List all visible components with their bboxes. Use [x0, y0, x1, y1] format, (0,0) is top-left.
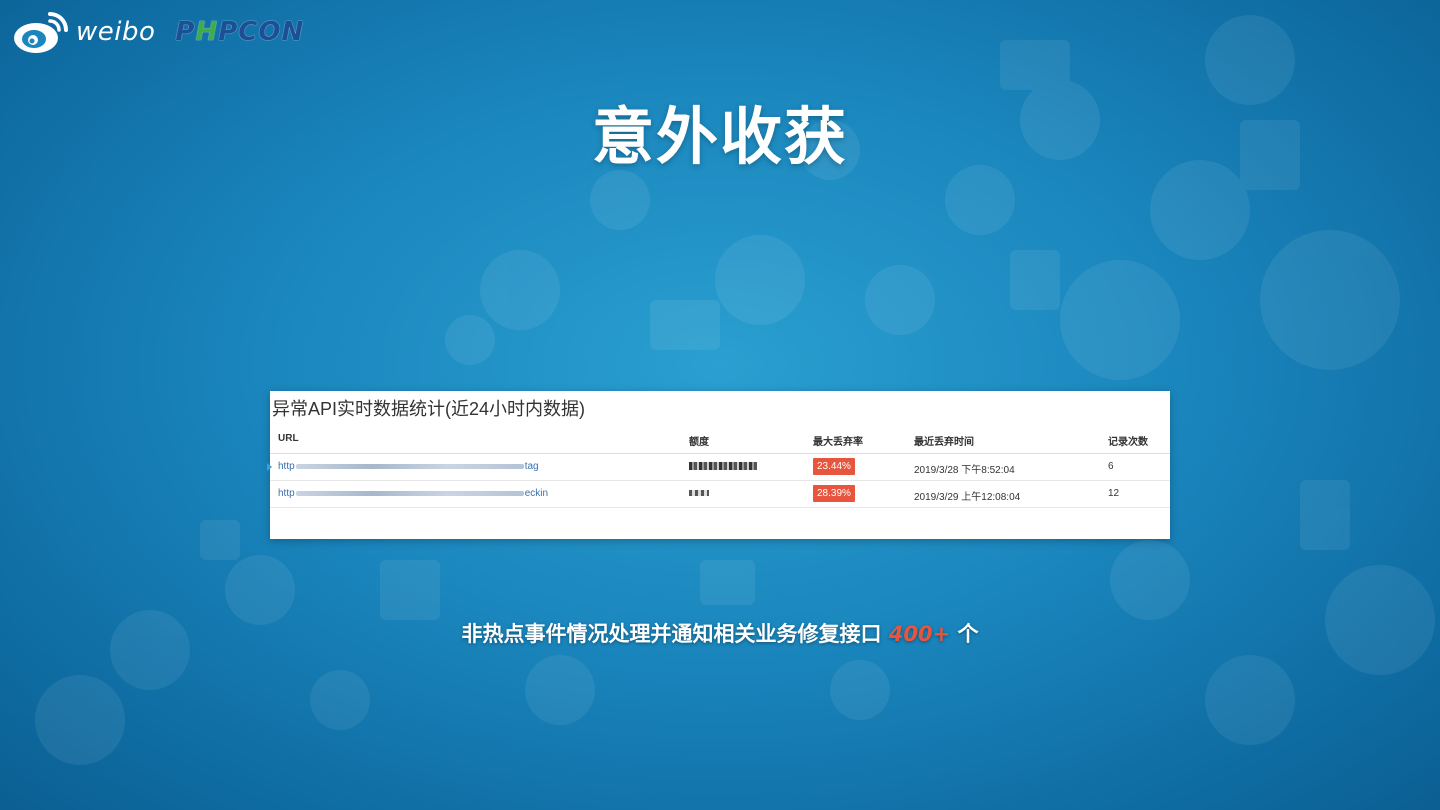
url-cell: http eckin [278, 488, 548, 499]
max-drop-rate-cell: 23.44% [813, 458, 855, 475]
quota-cell [689, 488, 709, 499]
max-drop-rate-cell: 28.39% [813, 485, 855, 502]
quota-redacted [689, 462, 757, 471]
weibo-logo-text: weibo [76, 17, 156, 47]
column-header-quota: 额度 [689, 437, 709, 448]
url-redacted [295, 490, 524, 496]
column-header-last-drop-time: 最近丢弃时间 [914, 437, 974, 448]
slide-footer-caption: 非热点事件情况处理并通知相关业务修复接口 400+ 个 [461, 622, 979, 646]
row-marker-icon [267, 463, 272, 471]
column-header-record-count: 记录次数 [1108, 437, 1148, 448]
url-link[interactable]: http eckin [278, 488, 548, 499]
slide-title: 意外收获 [591, 100, 848, 173]
drop-rate-badge: 28.39% [813, 485, 855, 502]
column-header-max-drop-rate: 最大丢弃率 [813, 437, 863, 448]
column-header-url: URL [278, 433, 299, 444]
record-count-cell: 6 [1108, 461, 1114, 472]
phpcon-logo: PHPCON [175, 17, 305, 47]
last-drop-time-cell: 2019/3/28 下午8:52:04 [914, 465, 1015, 476]
table-header-row: URL 额度 最大丢弃率 最近丢弃时间 记录次数 [270, 431, 1170, 454]
url-cell: http tag [278, 461, 539, 472]
quota-cell [689, 461, 757, 472]
drop-rate-badge: 23.44% [813, 458, 855, 475]
url-redacted [295, 463, 524, 469]
url-link[interactable]: http tag [278, 461, 539, 472]
table-row: http tag 23.44% 2019/3/28 下午8:52:04 6 [267, 453, 1170, 481]
table-row: http eckin 28.39% 2019/3/29 上午12:08:04 12 [270, 480, 1170, 508]
last-drop-time-cell: 2019/3/29 上午12:08:04 [914, 492, 1021, 503]
panel-title: 异常API实时数据统计(近24小时内数据) [272, 399, 586, 419]
header-logos: weibo PHPCON [12, 8, 304, 56]
quota-redacted [689, 490, 709, 497]
api-stats-panel: 异常API实时数据统计(近24小时内数据) URL 额度 最大丢弃率 最近丢弃时… [267, 391, 1170, 539]
record-count-cell: 12 [1108, 488, 1120, 499]
weibo-logo-icon [14, 12, 68, 53]
highlight-count: 400+ [888, 622, 951, 646]
